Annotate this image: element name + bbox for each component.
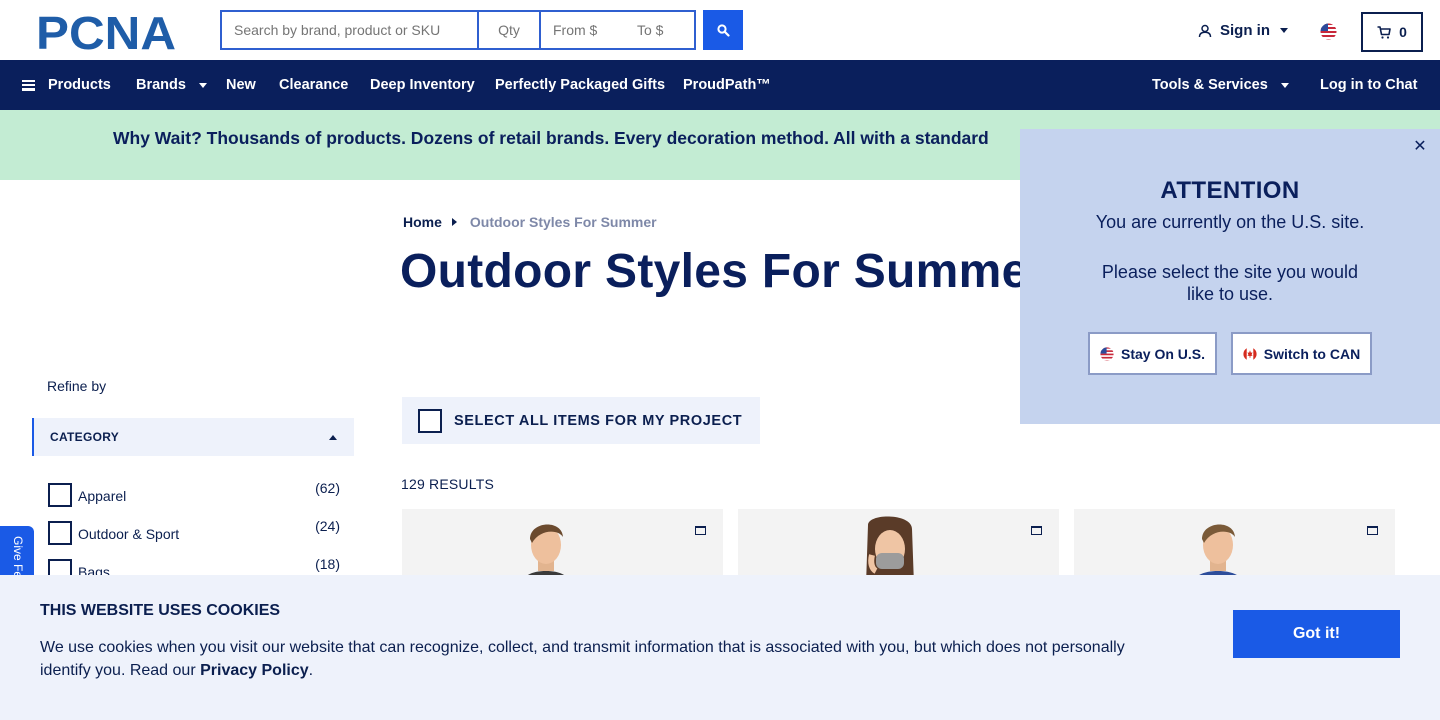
main-nav: Products Brands New Clearance Deep Inven… [0,60,1440,110]
signin-label: Sign in [1220,22,1270,39]
cart-button[interactable]: 0 [1361,12,1423,52]
pcna-logo[interactable]: PCNA [36,12,184,52]
nav-new[interactable]: New [226,60,256,110]
nav-deep-inventory[interactable]: Deep Inventory [370,60,475,110]
nav-chat[interactable]: Log in to Chat [1320,60,1417,110]
signin-dropdown[interactable]: Sign in [1198,22,1288,39]
nav-clearance[interactable]: Clearance [279,60,348,110]
refine-label: Refine by [47,378,107,394]
category-item: Apparel (62) [48,480,340,507]
folder-icon[interactable] [695,526,706,535]
results-count: 129 RESULTS [401,476,494,492]
qty-input[interactable] [478,10,540,50]
search-bar [220,10,696,50]
price-to-input[interactable] [637,22,695,38]
chevron-down-icon [198,82,207,88]
switch-can-label: Switch to CAN [1263,345,1361,362]
cookie-title: THIS WEBSITE USES COOKIES [40,602,281,619]
privacy-policy-link[interactable]: Privacy Policy [200,662,309,679]
chevron-down-icon [1280,28,1288,33]
promo-text: Why Wait? Thousands of products. Dozens … [113,128,989,148]
modal-title: ATTENTION [1160,177,1300,204]
breadcrumb-current: Outdoor Styles For Summer [469,214,657,230]
nav-tools-label: Tools & Services [1152,77,1268,93]
cookie-accept-button[interactable]: Got it! [1233,610,1400,658]
cart-icon [1377,25,1391,39]
cookie-period: . [308,662,314,679]
nav-brands-label: Brands [136,77,186,93]
folder-icon[interactable] [1031,526,1042,535]
breadcrumb: Home Outdoor Styles For Summer [403,214,657,230]
price-from-input[interactable] [553,22,611,38]
category-checkbox[interactable] [48,521,72,545]
select-all-label: SELECT ALL ITEMS FOR MY PROJECT [454,412,743,429]
chevron-up-icon [329,435,337,440]
cookie-text: We use cookies when you visit our websit… [40,636,1160,682]
category-checkbox[interactable] [48,483,72,507]
user-icon [1198,24,1212,37]
top-header: PCNA Sign in [0,0,1440,60]
category-item: Outdoor & Sport (24) [48,518,340,545]
breadcrumb-home[interactable]: Home [403,214,442,230]
page-title: Outdoor Styles For Summer [400,245,1048,298]
modal-instruction: Please select the site you would like to… [1101,262,1359,304]
site-select-modal: ✕ ATTENTION You are currently on the U.S… [1020,129,1440,424]
chevron-down-icon [1280,82,1289,88]
us-flag-icon[interactable] [1320,23,1337,40]
close-icon[interactable]: ✕ [1410,137,1430,157]
folder-icon[interactable] [1367,526,1378,535]
nav-proudpath[interactable]: ProudPath™ [683,60,771,110]
nav-tools[interactable]: Tools & Services [1152,60,1289,110]
category-filter-header[interactable]: CATEGORY [32,418,354,456]
category-count: (18) [315,556,340,572]
nav-products-label: Products [48,77,111,93]
category-name[interactable]: Outdoor & Sport [78,526,179,542]
search-input[interactable] [220,10,478,50]
cookie-banner: THIS WEBSITE USES COOKIES We use cookies… [0,575,1440,720]
stay-us-label: Stay On U.S. [1120,345,1206,362]
logo-text: PCNA [36,12,176,52]
chevron-right-icon [451,218,457,226]
category-count: (62) [315,480,340,496]
select-all-checkbox[interactable] [418,408,442,433]
category-count: (24) [315,518,340,534]
select-all-bar[interactable]: SELECT ALL ITEMS FOR MY PROJECT [402,397,760,444]
us-flag-icon [1100,346,1114,361]
nav-gifts[interactable]: Perfectly Packaged Gifts [495,60,665,110]
modal-current-site: You are currently on the U.S. site. [1095,212,1365,232]
category-name[interactable]: Apparel [78,488,126,504]
price-range [540,10,696,50]
canada-flag-icon [1243,346,1257,361]
search-button[interactable] [703,10,743,50]
nav-brands[interactable]: Brands [136,60,207,110]
stay-us-button[interactable]: Stay On U.S. [1088,332,1217,375]
search-icon [716,23,730,37]
hamburger-icon [22,79,35,91]
cart-count: 0 [1399,24,1407,40]
switch-can-button[interactable]: Switch to CAN [1231,332,1372,375]
nav-products[interactable]: Products [22,60,111,110]
category-header-label: CATEGORY [50,430,120,444]
